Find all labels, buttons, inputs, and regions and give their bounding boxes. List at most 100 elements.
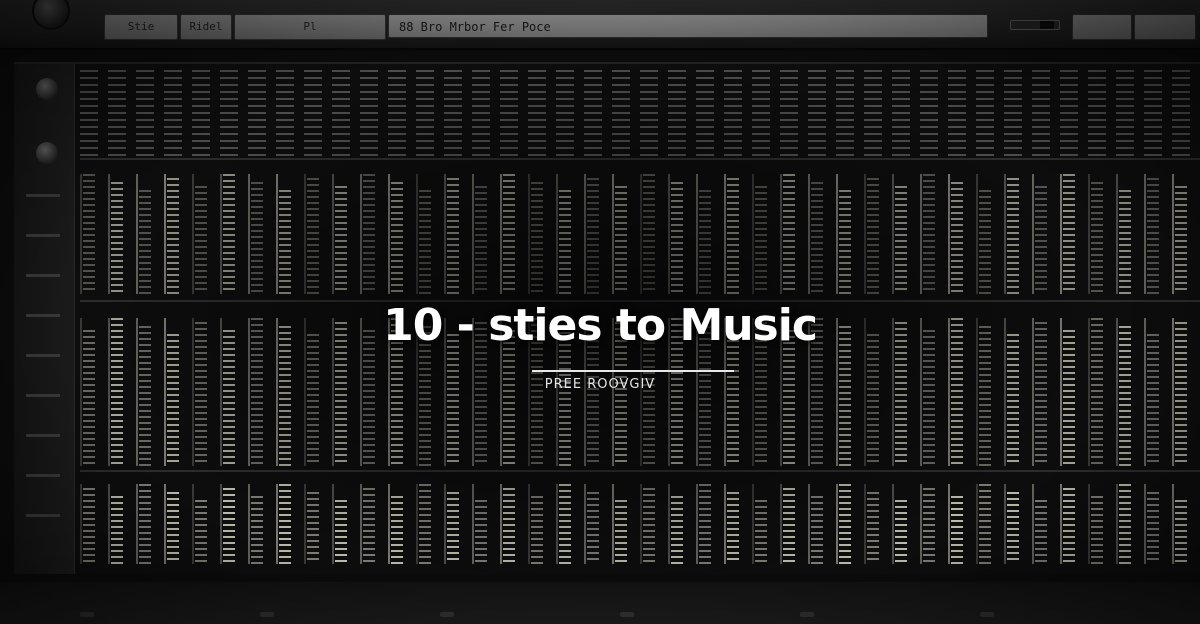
fader-track <box>836 174 838 294</box>
level-meter <box>643 488 655 564</box>
title-underline <box>532 370 734 372</box>
toolbar-button-4[interactable] <box>1072 14 1132 40</box>
fader-track <box>220 174 222 294</box>
channel-header <box>1144 70 1162 156</box>
knob-icon[interactable] <box>36 142 58 164</box>
fader-track <box>948 174 950 294</box>
fader-track <box>1144 484 1146 564</box>
level-meter <box>811 182 823 294</box>
fader-track <box>388 484 390 564</box>
side-marker <box>26 434 60 437</box>
level-meter <box>139 190 151 294</box>
level-meter <box>867 178 879 294</box>
track-name-display[interactable]: 88 Bro Mrbor Fer Poce <box>388 14 988 38</box>
level-meter <box>923 174 935 294</box>
level-meter <box>895 500 907 564</box>
fader-track <box>612 174 614 294</box>
channel-header <box>724 70 742 156</box>
fader-track <box>332 484 334 564</box>
fader-track <box>220 484 222 564</box>
level-meter <box>1063 174 1075 294</box>
fader-track <box>976 484 978 564</box>
fader-track <box>416 484 418 564</box>
level-meter <box>671 496 683 564</box>
level-meter <box>1035 500 1047 564</box>
level-meter <box>419 190 431 294</box>
channel-header <box>976 70 994 156</box>
knob-icon[interactable] <box>36 78 58 100</box>
channel-header <box>304 70 322 156</box>
level-meter <box>839 190 851 294</box>
level-meter <box>111 496 123 564</box>
fader-track <box>444 484 446 564</box>
fader-track <box>612 484 614 564</box>
fader-track <box>696 174 698 294</box>
fader-track <box>192 484 194 564</box>
level-meter <box>503 174 515 294</box>
level-meter <box>391 496 403 564</box>
toolbar-button-3[interactable]: Pl <box>234 14 386 40</box>
level-meter <box>587 334 599 466</box>
level-meter <box>587 492 599 564</box>
level-meter <box>1091 182 1103 294</box>
level-meter <box>139 484 151 564</box>
level-meter <box>615 500 627 564</box>
level-meter <box>1175 500 1187 564</box>
level-meter <box>1175 186 1187 294</box>
channel-header <box>1060 70 1078 156</box>
side-marker <box>26 354 60 357</box>
fader-track <box>332 174 334 294</box>
fader-track <box>1116 484 1118 564</box>
fader-track <box>248 174 250 294</box>
level-meter <box>447 178 459 294</box>
toolbar-button-2[interactable]: Ridel <box>180 14 232 40</box>
fader-track <box>920 484 922 564</box>
fader-track <box>528 484 530 564</box>
volume-slider[interactable] <box>1010 20 1060 30</box>
level-meter <box>447 492 459 564</box>
fader-track <box>920 174 922 294</box>
channel-header <box>360 70 378 156</box>
fader-track <box>808 174 810 294</box>
level-meter <box>951 496 963 564</box>
channel-header <box>416 70 434 156</box>
level-meter <box>755 186 767 294</box>
fader-track <box>164 484 166 564</box>
level-meter <box>979 190 991 294</box>
fader-track <box>1088 174 1090 294</box>
fader-track <box>248 484 250 564</box>
level-meter <box>531 496 543 564</box>
side-marker <box>26 234 60 237</box>
level-meter <box>1091 496 1103 564</box>
level-meter <box>1063 488 1075 564</box>
level-meter <box>699 484 711 564</box>
level-meter <box>1147 178 1159 294</box>
fader-track <box>640 484 642 564</box>
fader-track <box>892 174 894 294</box>
level-meter <box>923 488 935 564</box>
level-meter <box>1007 334 1019 466</box>
level-meter <box>307 334 319 466</box>
bottom-bar <box>0 582 1200 624</box>
channel-header <box>836 70 854 156</box>
fader-track <box>948 484 950 564</box>
toolbar-button-5[interactable] <box>1134 14 1196 40</box>
level-meter <box>783 488 795 564</box>
level-meter <box>279 484 291 564</box>
fader-track <box>780 484 782 564</box>
side-marker <box>26 514 60 517</box>
knob-icon[interactable] <box>34 0 68 28</box>
level-meter <box>335 186 347 294</box>
level-meter <box>1119 484 1131 564</box>
channel-header <box>444 70 462 156</box>
fader-track <box>724 174 726 294</box>
level-meter <box>615 186 627 294</box>
level-meter <box>307 492 319 564</box>
level-meter <box>167 492 179 564</box>
level-meter <box>727 492 739 564</box>
channel-header <box>920 70 938 156</box>
level-meter <box>223 488 235 564</box>
channel-header <box>612 70 630 156</box>
level-meter <box>363 488 375 564</box>
toolbar-button-1[interactable]: Stie <box>104 14 178 40</box>
